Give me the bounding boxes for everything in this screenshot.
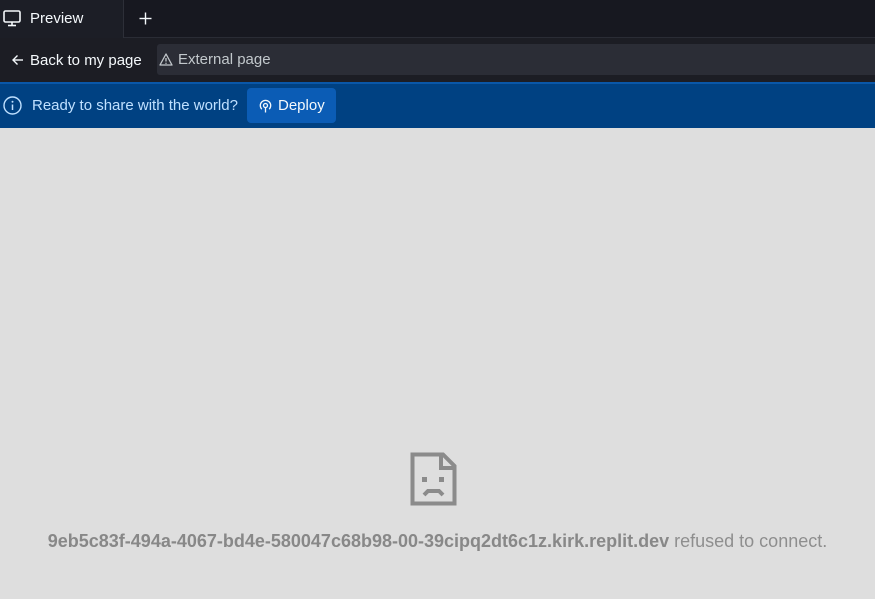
monitor-icon [3,10,21,27]
address-bar[interactable]: External page [157,44,875,75]
sad-page-icon [410,452,457,506]
new-tab-button[interactable] [132,5,158,31]
error-message: 9eb5c83f-494a-4067-bd4e-580047c68b98-00-… [0,530,875,552]
error-text: refused to connect. [669,531,828,551]
plus-icon [139,12,151,24]
back-button-label: Back to my page [30,51,142,69]
deploy-button-label: Deploy [278,97,325,114]
address-text: External page [178,51,271,68]
deploy-icon [259,99,272,113]
preview-frame: 9eb5c83f-494a-4067-bd4e-580047c68b98-00-… [0,128,875,599]
warning-icon [159,53,173,66]
tab-bar: Preview [0,0,875,38]
nav-bar: Back to my page External page [0,38,875,82]
deploy-banner: Ready to share with the world? Deploy [0,82,875,128]
back-to-my-page-button[interactable]: Back to my page [6,46,148,74]
info-icon [3,96,22,115]
deploy-button[interactable]: Deploy [247,88,336,123]
tab-label: Preview [30,10,84,27]
banner-text: Ready to share with the world? [32,97,238,114]
tab-preview[interactable]: Preview [0,0,124,38]
error-host: 9eb5c83f-494a-4067-bd4e-580047c68b98-00-… [47,531,670,551]
arrow-left-icon [12,55,23,65]
